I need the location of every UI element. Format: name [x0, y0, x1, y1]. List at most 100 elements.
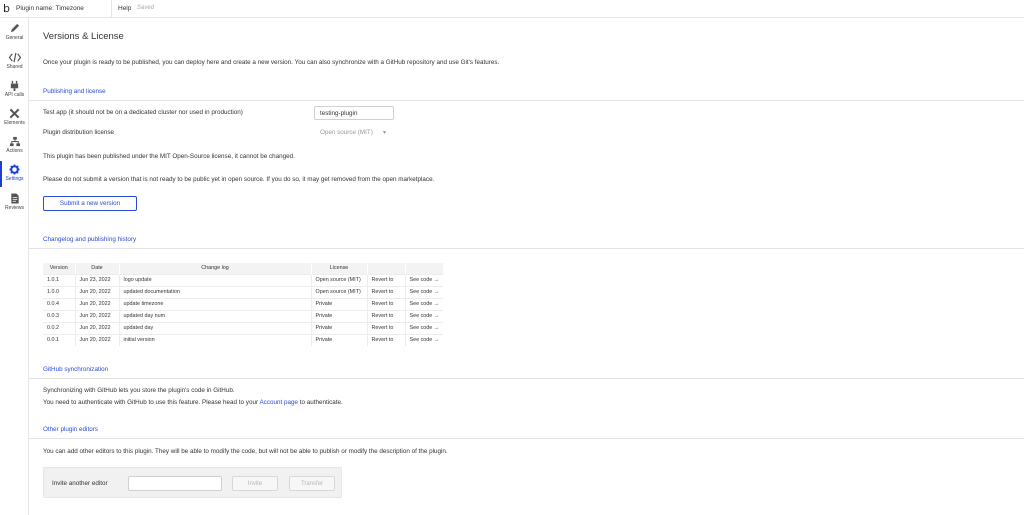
cell-version: 1.0.1 [43, 273, 76, 286]
table-row: 0.0.4 Jun 20, 2022 update timezone Priva… [43, 297, 444, 310]
github-auth-text-end: to authenticate. [297, 399, 343, 406]
sidebar-item-general[interactable]: General [0, 20, 29, 46]
distribution-select-value: Open source (MIT) [320, 129, 373, 136]
cell-version: 0.0.1 [43, 333, 76, 346]
revert-to-link[interactable]: Revert to [367, 273, 406, 286]
table-row: 1.0.0 Jun 20, 2022 updated documentation… [43, 285, 444, 298]
saved-status: Saved [137, 5, 155, 11]
cell-version: 0.0.4 [43, 297, 76, 310]
tools-icon [9, 108, 20, 119]
revert-to-link[interactable]: Revert to [367, 333, 406, 346]
transfer-button[interactable]: Transfer [289, 476, 335, 491]
cell-license: Private [311, 321, 368, 334]
cell-license: Private [311, 309, 368, 322]
code-icon [8, 52, 21, 63]
published-note: This plugin has been published under the… [43, 153, 295, 160]
invite-button[interactable]: Invite [232, 476, 278, 491]
distribution-label: Plugin distribution license [43, 129, 115, 136]
see-code-link[interactable]: See code → [405, 273, 444, 286]
sidebar-item-reviews[interactable]: Reviews [0, 190, 29, 216]
submit-new-version-button[interactable]: Submit a new version [43, 196, 137, 211]
section-divider [29, 438, 1024, 439]
test-app-input[interactable] [314, 106, 394, 120]
column-header-revert [367, 263, 406, 274]
revert-to-link[interactable]: Revert to [367, 321, 406, 334]
invite-editor-label: Invite another editor [52, 480, 108, 487]
sidebar-item-label: Shared [6, 64, 23, 70]
cell-date: Jun 20, 2022 [75, 297, 120, 310]
invite-editor-panel: Invite another editor Invite Transfer [43, 467, 342, 498]
invite-editor-input[interactable] [128, 476, 222, 491]
intro-text: Once your plugin is ready to be publishe… [43, 59, 500, 66]
cell-change-log: updated day [119, 321, 312, 334]
sidebar-item-label: Reviews [5, 205, 24, 211]
pen-icon [10, 23, 20, 33]
table-row: 0.0.2 Jun 20, 2022 updated day Private R… [43, 321, 444, 334]
cell-change-log: updated day num [119, 309, 312, 322]
sidebar-item-elements[interactable]: Elements [0, 105, 29, 131]
cell-license: Open source (MIT) [311, 285, 368, 298]
gear-icon [9, 164, 20, 175]
see-code-link[interactable]: See code → [405, 309, 444, 322]
see-code-link[interactable]: See code → [405, 333, 444, 346]
revert-to-link[interactable]: Revert to [367, 297, 406, 310]
table-row: 1.0.1 Jun 23, 2022 logo update Open sour… [43, 273, 444, 286]
table-header-row: Version Date Change log License [43, 263, 444, 274]
document-icon [10, 193, 19, 204]
revert-to-link[interactable]: Revert to [367, 285, 406, 298]
cell-license: Private [311, 297, 368, 310]
plug-icon [10, 80, 19, 91]
sidebar-item-label: Actions [6, 148, 23, 154]
column-header-see-code [405, 263, 444, 274]
revert-to-link[interactable]: Revert to [367, 309, 406, 322]
sidebar-item-label: Settings [5, 176, 24, 182]
section-title-editors: Other plugin editors [43, 426, 98, 433]
section-title-github: GitHub synchronization [43, 366, 109, 373]
top-bar: b Plugin name: Timezone Help Saved [0, 0, 1024, 18]
see-code-link[interactable]: See code → [405, 321, 444, 334]
section-title-publishing: Publishing and license [43, 88, 106, 95]
sidebar-item-actions[interactable]: Actions [0, 133, 29, 159]
github-description: Synchronizing with GitHub lets you store… [43, 387, 235, 394]
topbar-divider [111, 0, 112, 18]
account-page-link[interactable]: Account page [259, 399, 298, 406]
distribution-select[interactable]: Open source (MIT) ▾ [314, 126, 394, 140]
github-auth-text: You need to authenticate with GitHub to … [43, 399, 260, 406]
column-header-change-log: Change log [119, 263, 312, 274]
sidebar-item-api-calls[interactable]: API calls [0, 77, 29, 103]
cell-date: Jun 20, 2022 [75, 309, 120, 322]
column-header-version: Version [43, 263, 76, 274]
table-row: 0.0.1 Jun 20, 2022 initial version Priva… [43, 333, 444, 346]
cell-version: 0.0.3 [43, 309, 76, 322]
cell-date: Jun 20, 2022 [75, 285, 120, 298]
cell-version: 1.0.0 [43, 285, 76, 298]
caret-down-icon: ▾ [383, 130, 387, 136]
test-app-label: Test app (it should not be on a dedicate… [43, 109, 243, 116]
github-auth-note: You need to authenticate with GitHub to … [43, 399, 343, 406]
sidebar-item-settings[interactable]: Settings [0, 161, 29, 187]
section-title-changelog: Changelog and publishing history [43, 236, 137, 243]
cell-change-log: logo update [119, 273, 312, 286]
help-menu[interactable]: Help [118, 5, 131, 12]
column-header-date: Date [75, 263, 120, 274]
main-content: Versions & License Once your plugin is r… [29, 18, 1024, 515]
column-header-license: License [311, 263, 368, 274]
publish-warning: Please do not submit a version that is n… [43, 176, 435, 183]
editors-description: You can add other editors to this plugin… [43, 448, 448, 455]
cell-change-log: initial version [119, 333, 312, 346]
page-title: Versions & License [43, 31, 124, 42]
cell-version: 0.0.2 [43, 321, 76, 334]
section-divider [29, 248, 1024, 249]
see-code-link[interactable]: See code → [405, 297, 444, 310]
see-code-link[interactable]: See code → [405, 285, 444, 298]
table-row: 0.0.3 Jun 20, 2022 updated day num Priva… [43, 309, 444, 322]
sidebar: General Shared API calls Elements Action… [0, 18, 29, 515]
cell-date: Jun 20, 2022 [75, 321, 120, 334]
cell-license: Open source (MIT) [311, 273, 368, 286]
sidebar-item-shared[interactable]: Shared [0, 49, 29, 75]
section-divider [29, 378, 1024, 379]
section-divider [29, 100, 1024, 101]
plugin-name-label: Plugin name: Timezone [16, 5, 84, 12]
workflow-icon [9, 136, 20, 147]
bubble-logo-icon[interactable]: b [3, 3, 10, 15]
